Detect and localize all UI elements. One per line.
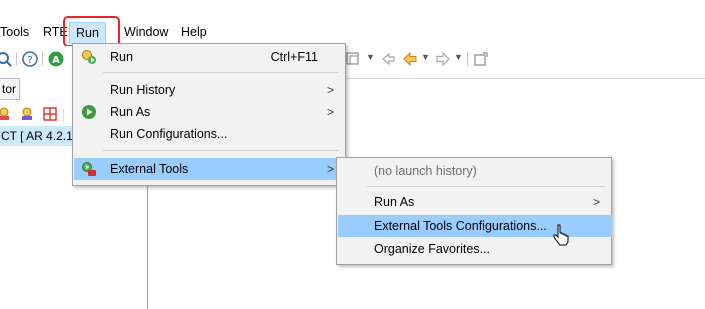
mouse-pointer-icon	[553, 224, 569, 246]
toolbar-separator	[467, 52, 468, 66]
menu-item-external-tools-configurations[interactable]: External Tools Configurations...	[338, 215, 612, 237]
search-icon[interactable]	[0, 51, 12, 67]
grid-icon[interactable]	[42, 106, 58, 122]
chevron-right-icon: >	[592, 195, 600, 209]
toolbar-separator	[16, 52, 17, 66]
menu-item-label: Run History	[110, 83, 176, 97]
menu-item-run-history[interactable]: Run History >	[74, 79, 346, 101]
menu-item-run-as[interactable]: Run As >	[74, 101, 346, 123]
external-tools-submenu: (no launch history) Run As > External To…	[336, 157, 612, 265]
menu-item-run-configurations[interactable]: Run Configurations...	[74, 123, 346, 145]
help-icon[interactable]: ?	[22, 51, 38, 67]
chevron-down-icon[interactable]: ▼	[421, 52, 430, 62]
shortcut-label: Ctrl+F11	[270, 50, 318, 64]
menu-item-label: Run	[110, 50, 133, 64]
component-icon[interactable]	[0, 106, 12, 122]
menu-item-label: External Tools Configurations...	[374, 219, 547, 233]
toolbar-separator	[63, 108, 64, 122]
menu-item-run-as[interactable]: Run As >	[338, 191, 612, 213]
chevron-down-icon[interactable]: ▼	[454, 52, 463, 62]
back-arrow-icon[interactable]	[402, 51, 418, 67]
external-tools-icon	[82, 162, 96, 176]
chevron-right-icon: >	[326, 105, 334, 119]
chevron-down-icon[interactable]: ▼	[366, 52, 375, 62]
menu-help[interactable]: Help	[181, 21, 207, 43]
menu-item-run[interactable]: Run Ctrl+F11	[74, 46, 346, 68]
last-edit-location-icon[interactable]	[380, 51, 396, 67]
run-menu-dropdown: Run Ctrl+F11 Run History > Run As > Run …	[72, 43, 346, 186]
run-icon	[82, 50, 96, 64]
new-window-icon[interactable]	[345, 51, 361, 67]
menu-item-no-launch-history: (no launch history)	[338, 160, 612, 182]
menu-separator	[103, 150, 339, 151]
menu-item-label: Run Configurations...	[110, 127, 228, 141]
play-icon	[82, 105, 96, 119]
menu-item-label: Run As	[374, 195, 415, 209]
autosar-icon[interactable]: A	[48, 51, 64, 67]
menu-item-label: Organize Favorites...	[374, 242, 491, 256]
menu-window[interactable]: Window	[124, 21, 168, 43]
component-icon[interactable]	[19, 106, 35, 122]
pin-editor-icon[interactable]	[473, 51, 489, 67]
chevron-right-icon: >	[326, 83, 334, 97]
menu-item-label: Run As	[110, 105, 151, 119]
menu-item-external-tools[interactable]: External Tools >	[74, 158, 346, 180]
menu-item-label: (no launch history)	[374, 164, 477, 178]
menu-separator	[367, 186, 605, 187]
forward-arrow-icon[interactable]	[435, 51, 451, 67]
toolbar-separator	[42, 52, 43, 66]
menu-item-label: External Tools	[110, 162, 189, 176]
menu-separator	[103, 72, 339, 73]
menu-item-organize-favorites[interactable]: Organize Favorites...	[338, 238, 612, 260]
svg-text:A: A	[52, 55, 60, 66]
svg-text:?: ?	[27, 55, 32, 66]
chevron-right-icon: >	[326, 162, 334, 176]
view-tab[interactable]: tor	[0, 78, 20, 100]
menu-tools[interactable]: Tools	[0, 21, 29, 43]
